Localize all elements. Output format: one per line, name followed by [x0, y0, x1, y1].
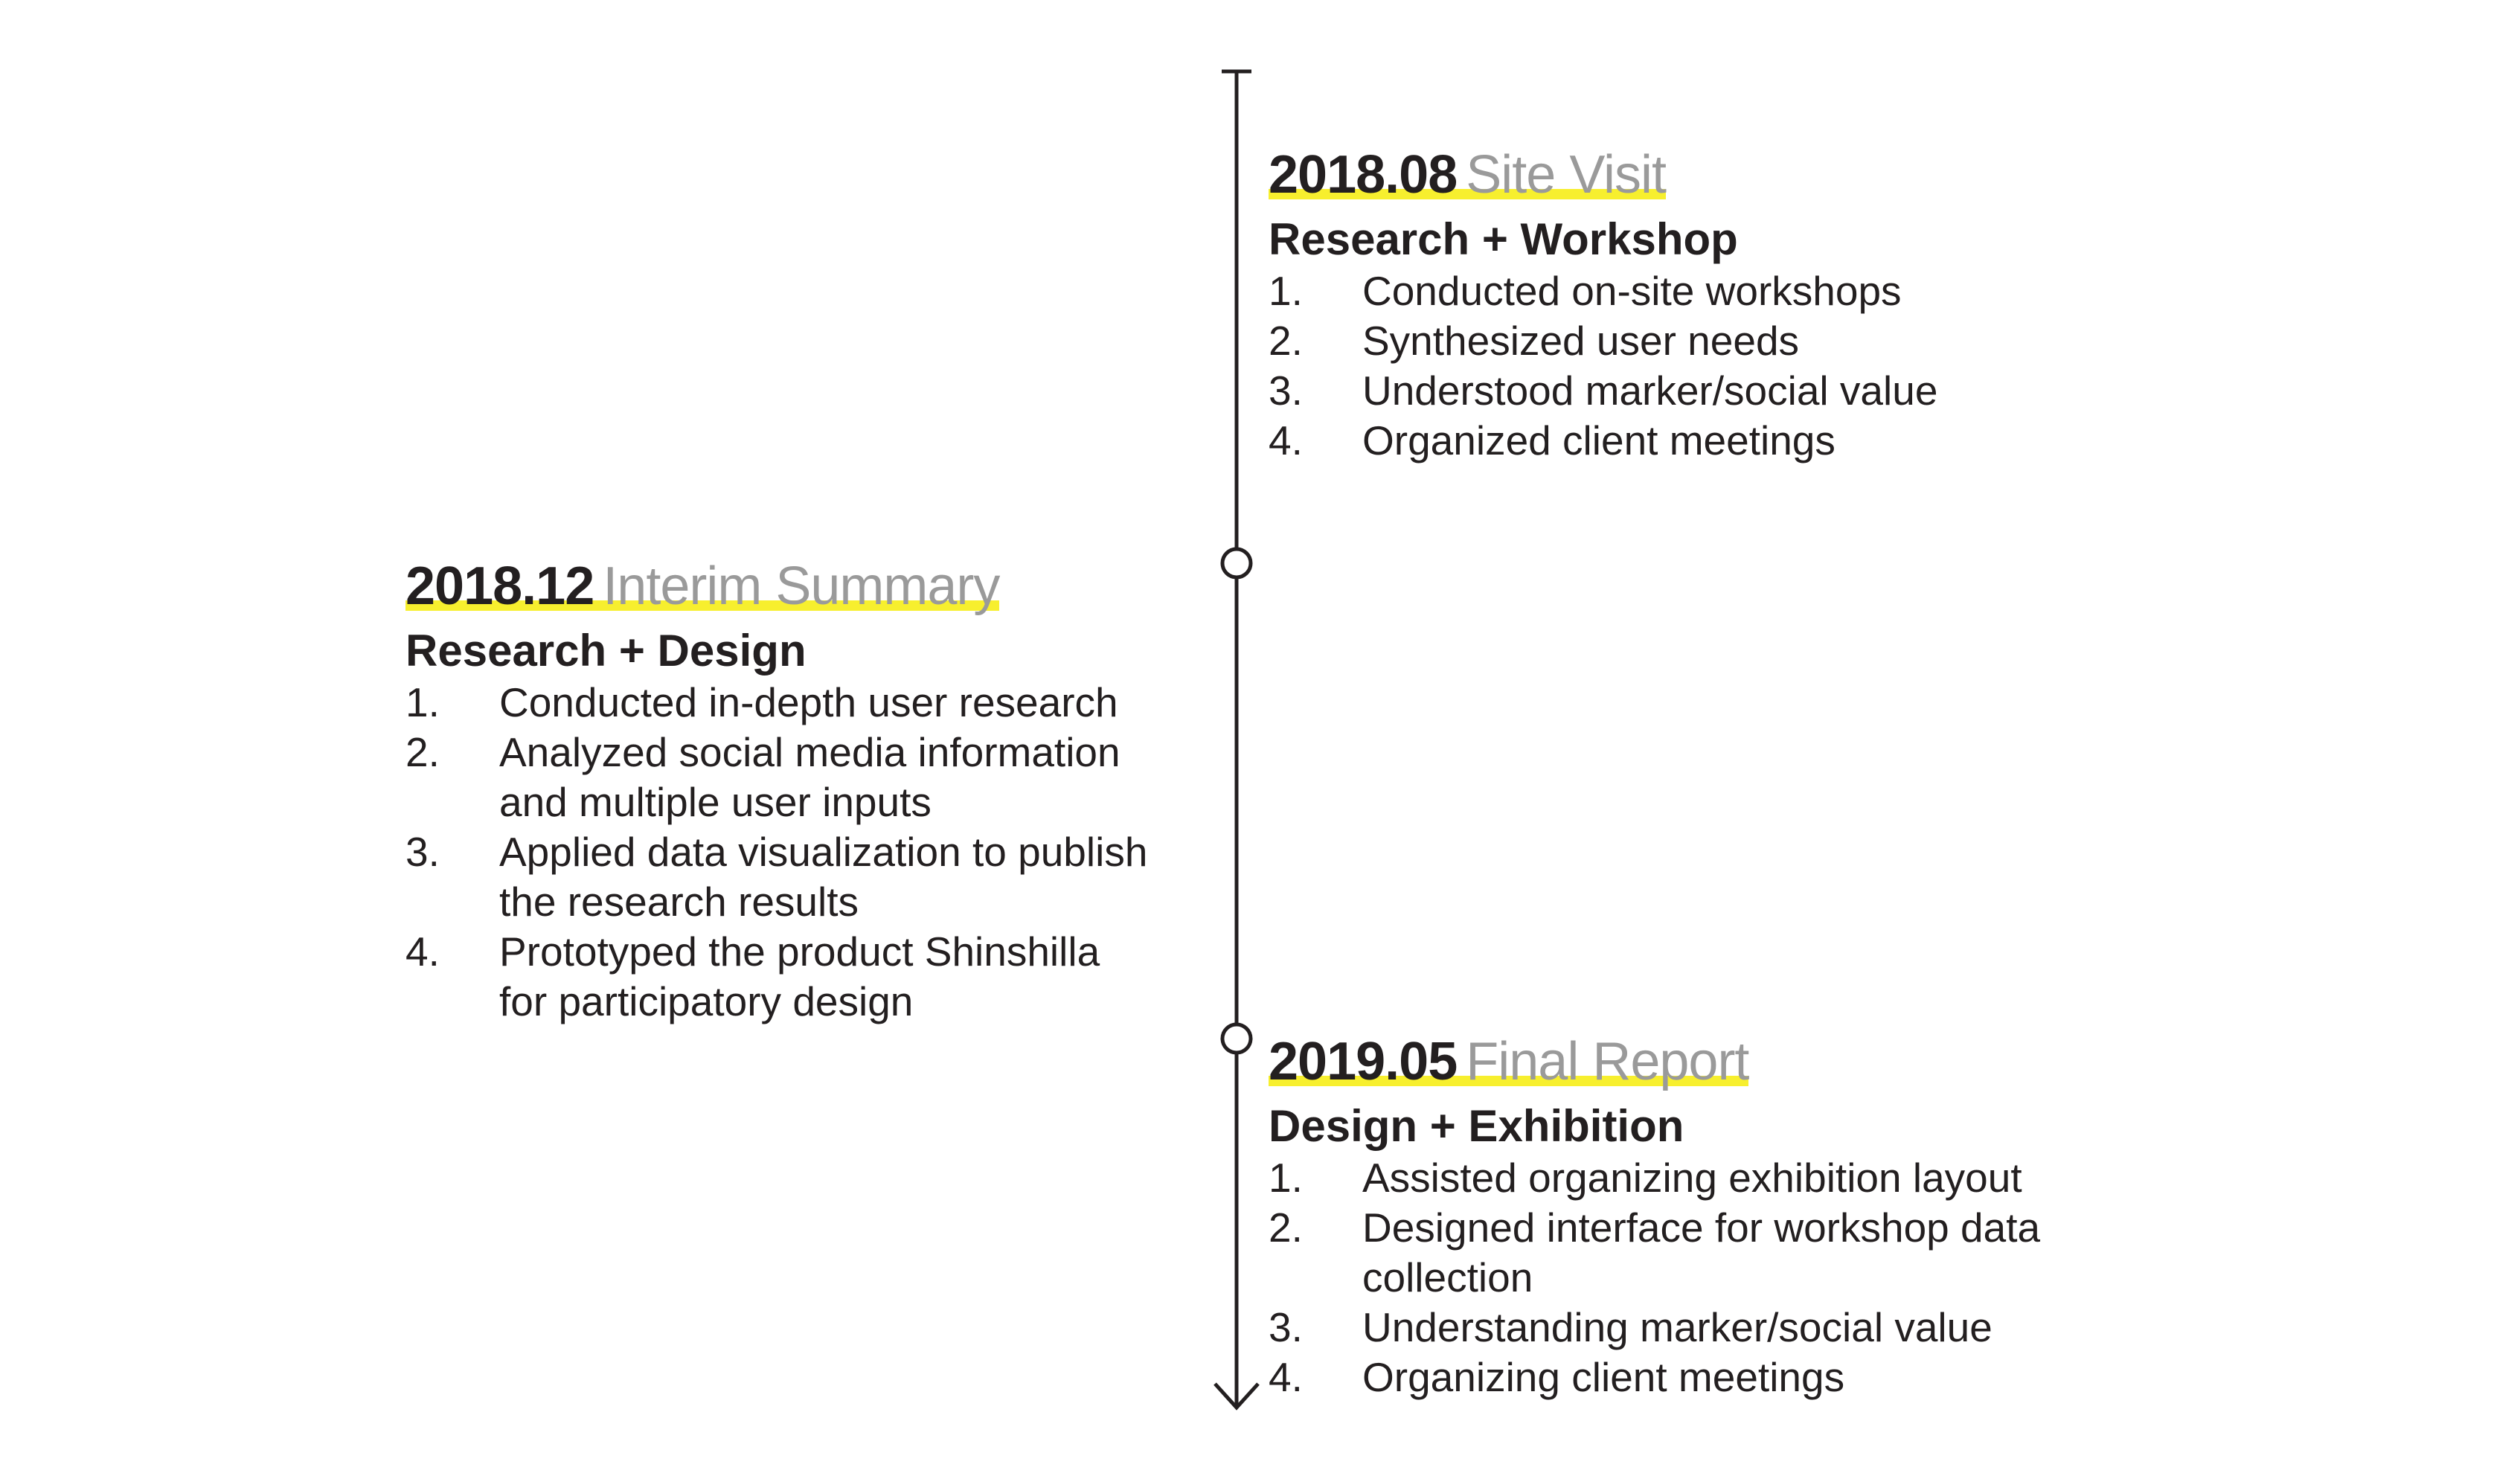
item-number: 2.: [1269, 1204, 1303, 1251]
list-item: 2. Designed interface for workshop data …: [1269, 1203, 2040, 1303]
item-text: Conducted on-site workshops: [1362, 268, 1902, 314]
entry-item-list: 1. Conducted on-site workshops 2. Synthe…: [1269, 266, 1937, 466]
item-number: 3.: [405, 829, 440, 875]
list-item: 2. Synthesized user needs: [1269, 316, 1937, 366]
entry-phase: Interim Summary: [603, 556, 1000, 616]
entry-subtitle: Design + Exhibition: [1269, 1101, 1684, 1151]
timeline-node-circle-icon: [1220, 1022, 1253, 1055]
item-text: Conducted in-depth user research: [499, 679, 1118, 725]
entry-phase: Final Report: [1466, 1032, 1749, 1091]
item-text-continued: the research results: [499, 879, 859, 925]
entry-phase: Site Visit: [1466, 145, 1667, 205]
item-text: Prototyped the product Shinshilla: [499, 928, 1100, 975]
item-text-continued: for participatory design: [499, 978, 914, 1024]
list-item: 1. Assisted organizing exhibition layout: [1269, 1153, 2040, 1203]
item-text: Organized client meetings: [1362, 417, 1836, 463]
item-text: Understanding marker/social value: [1362, 1304, 1992, 1350]
item-number: 3.: [1269, 368, 1303, 414]
timeline-axis: [1213, 69, 1260, 1411]
item-text: Applied data visualization to publish: [499, 829, 1148, 875]
entry-item-list: 1. Conducted in-depth user research 2. A…: [405, 678, 1147, 1027]
entry-date: 2019.05: [1269, 1032, 1458, 1091]
item-number: 1.: [1269, 1155, 1303, 1201]
item-number: 4.: [1269, 417, 1303, 463]
list-item: 4. Prototyped the product Shinshilla for…: [405, 927, 1147, 1027]
item-text-continued: collection: [1362, 1254, 1533, 1300]
item-text: Designed interface for workshop data: [1362, 1204, 2041, 1251]
list-item: 3. Understanding marker/social value: [1269, 1303, 2040, 1353]
entry-item-list: 1. Assisted organizing exhibition layout…: [1269, 1153, 2040, 1402]
list-item: 1. Conducted in-depth user research: [405, 678, 1147, 728]
entry-date: 2018.08: [1269, 145, 1458, 205]
item-text: Understood marker/social value: [1362, 368, 1938, 414]
list-item: 3. Applied data visualization to publish…: [405, 827, 1147, 927]
item-number: 1.: [405, 679, 440, 725]
entry-heading: 2018.08 Site Visit: [1269, 143, 1667, 207]
item-number: 4.: [1269, 1354, 1303, 1400]
item-text: Assisted organizing exhibition layout: [1362, 1155, 2022, 1201]
entry-heading: 2019.05 Final Report: [1269, 1030, 1749, 1094]
entry-subtitle: Research + Workshop: [1269, 214, 1738, 264]
item-number: 3.: [1269, 1304, 1303, 1350]
item-text: Synthesized user needs: [1362, 318, 1800, 364]
timeline-entry-final-report: 2019.05 Final Report Design + Exhibition …: [1269, 1030, 2040, 1402]
entry-heading: 2018.12 Interim Summary: [405, 554, 1000, 618]
item-text-continued: and multiple user inputs: [499, 779, 932, 825]
list-item: 4. Organizing client meetings: [1269, 1353, 2040, 1402]
entry-subtitle: Research + Design: [405, 626, 807, 676]
list-item: 2. Analyzed social media information and…: [405, 728, 1147, 827]
timeline-entry-site-visit: 2018.08 Site Visit Research + Workshop 1.…: [1269, 143, 1937, 466]
entry-date: 2018.12: [405, 556, 594, 616]
item-number: 4.: [405, 928, 440, 975]
item-number: 2.: [1269, 318, 1303, 364]
item-text: Organizing client meetings: [1362, 1354, 1845, 1400]
list-item: 1. Conducted on-site workshops: [1269, 266, 1937, 316]
list-item: 4. Organized client meetings: [1269, 416, 1937, 466]
item-number: 1.: [1269, 268, 1303, 314]
timeline-entry-interim-summary: 2018.12 Interim Summary Research + Design…: [405, 554, 1147, 1027]
timeline-node-circle-icon: [1220, 547, 1253, 580]
item-number: 2.: [405, 729, 440, 775]
list-item: 3. Understood marker/social value: [1269, 366, 1937, 416]
item-text: Analyzed social media information: [499, 729, 1120, 775]
